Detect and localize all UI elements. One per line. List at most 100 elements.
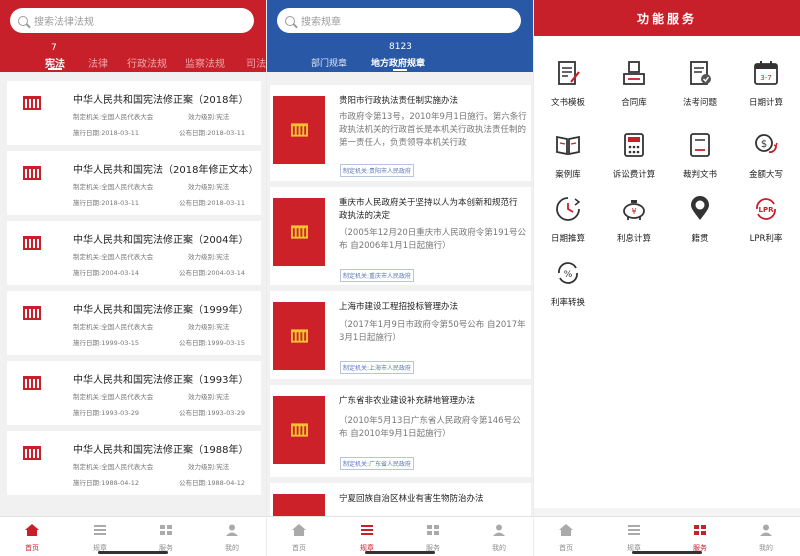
- law-title: 中华人民共和国宪法修正案（1993年）: [73, 375, 249, 386]
- service-interest-calc[interactable]: ¥ 利息计算: [604, 196, 664, 244]
- regulation-summary: （2005年12月20日重庆市人民政府令第191号公布 自2006年1月1日起施…: [339, 228, 526, 251]
- nav-regulations[interactable]: 规章: [352, 521, 382, 553]
- regulation-org-tag: 制定机关:贵阳市人民政府: [340, 164, 415, 177]
- regulation-list-item[interactable]: 重庆市人民政府关于坚持以人为本创新和规范行政执法的决定 （2005年12月20日…: [270, 187, 531, 285]
- regulations-tab-count: 8123: [389, 42, 412, 52]
- law-list-item[interactable]: 中华人民共和国宪法修正案（1999年） 制定机关:全国人民代表大会 效力级别:宪…: [7, 291, 261, 355]
- law-list-item[interactable]: 中华人民共和国宪法修正案（1993年） 制定机关:全国人民代表大会 效力级别:宪…: [7, 361, 261, 425]
- regulation-title: 重庆市人民政府关于坚持以人为本创新和规范行政执法的决定: [339, 198, 518, 221]
- book-icon: [290, 423, 308, 437]
- service-amount-uppercase[interactable]: $ 金额大写: [736, 132, 796, 180]
- regulation-title: 宁夏回族自治区林业有害生物防治办法: [339, 494, 484, 504]
- law-org: 制定机关:全国人民代表大会: [73, 393, 154, 401]
- service-judgment-documents[interactable]: 裁判文书: [670, 132, 730, 180]
- regulation-cover: [273, 302, 325, 370]
- regulation-org-tag: 制定机关:上海市人民政府: [340, 361, 415, 374]
- service-case-library[interactable]: 案例库: [538, 132, 598, 180]
- service-date-calc[interactable]: 3-7 日期计算: [736, 60, 796, 108]
- regulations-search-input[interactable]: 搜索规章: [277, 8, 521, 33]
- service-law-exam[interactable]: 法考问题: [670, 60, 730, 108]
- service-rate-conversion[interactable]: % 利率转换: [538, 260, 598, 308]
- regulation-org-tag: 制定机关:重庆市人民政府: [340, 269, 415, 282]
- nav-mine[interactable]: 我的: [484, 521, 514, 553]
- service-label: 利息计算: [616, 234, 651, 244]
- nav-home-label: 首页: [559, 544, 573, 552]
- bottom-nav: 首页 规章 服务 我的: [0, 516, 266, 556]
- regulation-title: 上海市建设工程招投标管理办法: [339, 302, 459, 312]
- home-indicator: [632, 551, 702, 554]
- nav-services[interactable]: 服务: [151, 521, 181, 553]
- service-native-place[interactable]: 籍贯: [670, 196, 730, 244]
- service-label: 文书模板: [550, 98, 585, 108]
- active-tab-indicator: [48, 68, 62, 70]
- tab-local-rules[interactable]: 地方政府规章: [371, 56, 425, 69]
- regulation-list-item[interactable]: 贵阳市行政执法责任制实施办法 市政府令第13号，2010年9月1日施行。第六条行…: [270, 85, 531, 181]
- law-title: 中华人民共和国宪法（2018年修正文本）: [73, 165, 259, 176]
- service-label: 利率转换: [550, 298, 585, 308]
- regulation-list-item[interactable]: 广东省非农业建设补充耕地管理办法 （2010年5月13日广东省人民政府令第146…: [270, 385, 531, 477]
- nav-home-label: 首页: [292, 544, 306, 552]
- law-list-item[interactable]: 中华人民共和国宪法（2018年修正文本） 制定机关:全国人民代表大会 效力级别:…: [7, 151, 261, 215]
- regulation-list-item[interactable]: 上海市建设工程招投标管理办法 （2017年1月9日市政府令第50号公布 自201…: [270, 291, 531, 379]
- nav-mine-label: 我的: [759, 544, 773, 552]
- bottom-nav: 首页 规章 服务 我的: [267, 516, 533, 556]
- law-list-item[interactable]: 中华人民共和国宪法修正案（2018年） 制定机关:全国人民代表大会 效力级别:宪…: [7, 81, 261, 145]
- calendar-icon: 3-7: [754, 61, 778, 85]
- service-lpr-rate[interactable]: LPR LPR利率: [736, 196, 796, 244]
- svg-text:$: $: [761, 139, 767, 150]
- law-list-item[interactable]: 中华人民共和国宪法修正案（1988年） 制定机关:全国人民代表大会 效力级别:宪…: [7, 431, 261, 495]
- nav-services[interactable]: 服务: [685, 521, 715, 553]
- book-icon: [290, 123, 308, 137]
- law-exec-date: 施行日期:1999-03-15: [73, 339, 139, 347]
- nav-regulations[interactable]: 规章: [85, 521, 115, 553]
- law-exam-icon: [690, 61, 711, 85]
- laws-tab-bar: 7 宪法 法律 行政法规 监察法规 司法: [0, 43, 266, 71]
- search-icon: [285, 15, 295, 26]
- piggy-bank-icon: ¥: [623, 200, 645, 220]
- book-icon: [23, 236, 41, 250]
- law-validity: 效力级别:宪法: [188, 253, 230, 261]
- nav-services[interactable]: 服务: [418, 521, 448, 553]
- tab-judicial[interactable]: 司法: [246, 55, 266, 70]
- law-exec-date: 施行日期:1993-03-29: [73, 409, 139, 417]
- tab-admin-regulations[interactable]: 行政法规: [127, 55, 167, 70]
- nav-home[interactable]: 首页: [284, 521, 314, 553]
- regulation-summary: （2017年1月9日市政府令第50号公布 自2017年3月1日起施行）: [339, 320, 526, 343]
- law-title: 中华人民共和国宪法修正案（1988年）: [73, 445, 249, 456]
- nav-home[interactable]: 首页: [551, 521, 581, 553]
- book-icon: [23, 376, 41, 390]
- law-list-item[interactable]: 中华人民共和国宪法修正案（2004年） 制定机关:全国人民代表大会 效力级别:宪…: [7, 221, 261, 285]
- book-icon: [23, 446, 41, 460]
- nav-regulations[interactable]: 规章: [619, 521, 649, 553]
- panel-services: 功能服务 文书模板 合同库 法考问题 3-7 日期计算 案例库 诉讼费计算 裁判…: [534, 0, 800, 556]
- nav-home[interactable]: 首页: [17, 521, 47, 553]
- law-title: 中华人民共和国宪法修正案（1999年）: [73, 305, 249, 316]
- service-litigation-fee[interactable]: 诉讼费计算: [604, 132, 664, 180]
- panel-laws: 搜索法律法规 7 宪法 法律 行政法规 监察法规 司法 中华人民共和国宪法修正案…: [0, 0, 266, 556]
- service-document-template[interactable]: 文书模板: [538, 60, 598, 108]
- home-icon: [559, 524, 573, 536]
- lpr-icon-text: LPR: [759, 206, 775, 214]
- law-validity: 效力级别:宪法: [188, 113, 230, 121]
- nav-mine[interactable]: 我的: [751, 521, 781, 553]
- services-icon: [694, 525, 706, 535]
- service-label: 法考问题: [682, 98, 717, 108]
- tab-department-rules[interactable]: 部门规章: [311, 56, 347, 69]
- laws-search-input[interactable]: 搜索法律法规: [10, 8, 254, 33]
- service-contract-library[interactable]: 合同库: [604, 60, 664, 108]
- nav-mine-label: 我的: [492, 544, 506, 552]
- law-pub-date: 公布日期:1993-03-29: [179, 409, 245, 417]
- laws-header: 搜索法律法规 7 宪法 法律 行政法规 监察法规 司法: [0, 0, 266, 72]
- services-title: 功能服务: [636, 11, 697, 26]
- regulation-summary: 市政府令第13号，2010年9月1日施行。第六条行政执法机关的行政首长是本机关行…: [339, 112, 527, 148]
- law-exec-date: 施行日期:2018-03-11: [73, 199, 139, 207]
- regulations-icon: [361, 525, 373, 535]
- rate-conversion-icon: %: [558, 262, 578, 284]
- service-date-projection[interactable]: 日期推算: [538, 196, 598, 244]
- tab-law[interactable]: 法律: [88, 55, 108, 70]
- nav-mine[interactable]: 我的: [217, 521, 247, 553]
- service-label: 裁判文书: [682, 170, 717, 180]
- tab-supervision-regulations[interactable]: 监察法规: [185, 55, 225, 70]
- regulation-title: 贵阳市行政执法责任制实施办法: [339, 96, 459, 106]
- law-pub-date: 公布日期:2018-03-11: [179, 129, 245, 137]
